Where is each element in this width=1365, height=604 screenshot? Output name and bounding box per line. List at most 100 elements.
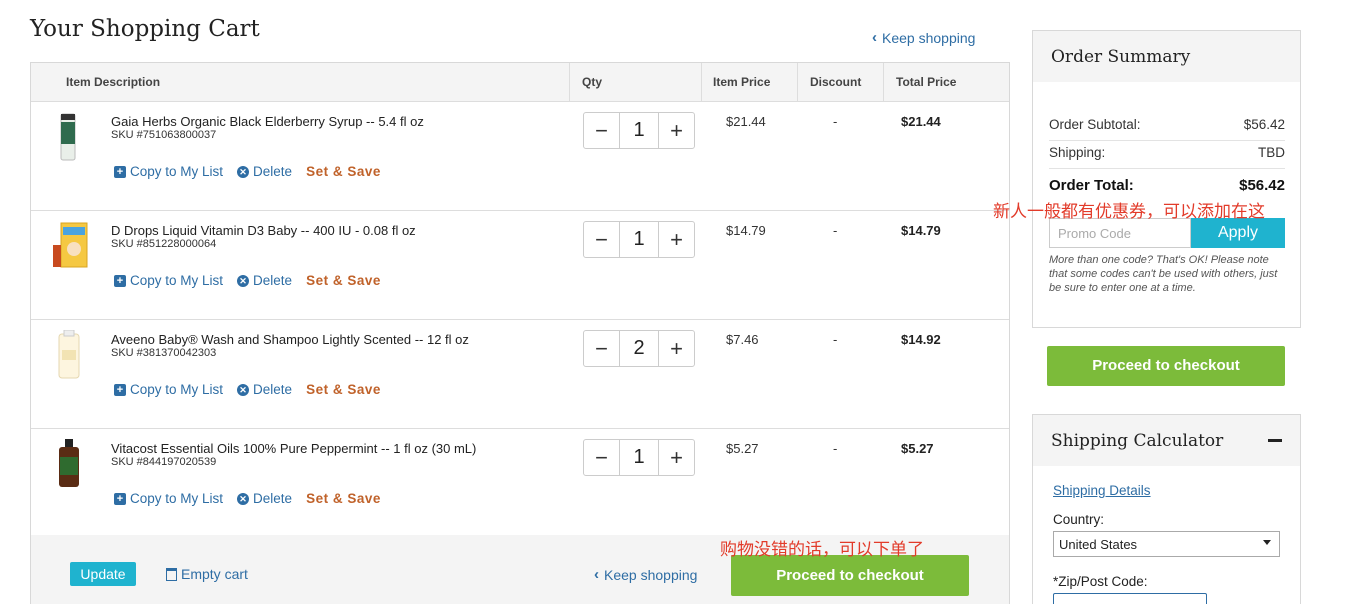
item-total: $14.92 xyxy=(901,332,941,347)
cart-table: Item Description Qty Item Price Discount… xyxy=(30,62,1010,604)
keep-shopping-link-bottom[interactable]: ‹ Keep shopping xyxy=(594,566,697,583)
item-discount: - xyxy=(833,223,838,238)
item-price: $14.79 xyxy=(726,223,766,238)
delete-button[interactable]: ✕ Delete xyxy=(237,382,292,397)
increase-qty-button[interactable]: + xyxy=(659,222,694,257)
set-and-save-link[interactable]: Set & Save xyxy=(306,382,381,397)
item-total: $5.27 xyxy=(901,441,934,456)
subtotal-line: Order Subtotal: $56.42 xyxy=(1049,117,1285,141)
shipping-calculator-panel: Shipping Calculator Shipping Details Cou… xyxy=(1032,414,1301,604)
order-total-line: Order Total: $56.42 xyxy=(1049,177,1285,194)
copy-to-list-label: Copy to My List xyxy=(130,491,224,506)
delete-label: Delete xyxy=(253,491,293,506)
delete-label: Delete xyxy=(253,164,293,179)
item-discount: - xyxy=(833,332,838,347)
plus-icon: + xyxy=(114,165,126,178)
product-name[interactable]: Gaia Herbs Organic Black Elderberry Syru… xyxy=(111,114,424,129)
product-name[interactable]: Vitacost Essential Oils 100% Pure Pepper… xyxy=(111,441,476,456)
promo-code-input[interactable]: Promo Code xyxy=(1049,218,1191,248)
increase-qty-button[interactable]: + xyxy=(659,440,694,475)
zip-label: *Zip/Post Code: xyxy=(1053,574,1148,589)
remove-icon: ✕ xyxy=(237,165,250,178)
delete-button[interactable]: ✕ Delete xyxy=(237,164,292,179)
plus-icon: + xyxy=(114,492,126,505)
decrease-qty-button[interactable]: − xyxy=(584,331,619,366)
copy-to-list-button[interactable]: + Copy to My List xyxy=(114,382,223,397)
column-total-price: Total Price xyxy=(896,75,957,89)
copy-to-list-button[interactable]: + Copy to My List xyxy=(114,273,223,288)
set-and-save-link[interactable]: Set & Save xyxy=(306,273,381,288)
country-select[interactable]: United States xyxy=(1053,531,1280,557)
proceed-to-checkout-button[interactable]: Proceed to checkout xyxy=(731,555,969,596)
copy-to-list-label: Copy to My List xyxy=(130,273,224,288)
empty-cart-link[interactable]: Empty cart xyxy=(166,566,248,582)
product-sku: SKU #381370042303 xyxy=(111,347,217,359)
subtotal-value: $56.42 xyxy=(1243,117,1285,132)
shipping-calculator-title: Shipping Calculator xyxy=(1051,431,1224,451)
product-thumbnail[interactable] xyxy=(55,330,83,380)
remove-icon: ✕ xyxy=(237,274,250,287)
delete-label: Delete xyxy=(253,273,293,288)
promo-help-text: More than one code? That's OK! Please no… xyxy=(1049,254,1278,294)
copy-to-list-button[interactable]: + Copy to My List xyxy=(114,491,223,506)
subtotal-label: Order Subtotal: xyxy=(1049,117,1141,132)
decrease-qty-button[interactable]: − xyxy=(584,222,619,257)
shipping-details-link[interactable]: Shipping Details xyxy=(1053,483,1151,498)
keep-shopping-link-top[interactable]: ‹ Keep shopping xyxy=(872,29,975,46)
plus-icon: + xyxy=(114,383,126,396)
update-button[interactable]: Update xyxy=(70,562,136,586)
product-sku: SKU #751063800037 xyxy=(111,129,217,141)
product-name[interactable]: D Drops Liquid Vitamin D3 Baby -- 400 IU… xyxy=(111,223,416,238)
plus-icon: + xyxy=(114,274,126,287)
column-item-price: Item Price xyxy=(713,75,771,89)
delete-button[interactable]: ✕ Delete xyxy=(237,491,292,506)
quantity-value[interactable]: 1 xyxy=(619,113,659,148)
product-thumbnail[interactable] xyxy=(55,439,83,489)
apply-button[interactable]: Apply xyxy=(1191,218,1285,248)
product-sku: SKU #844197020539 xyxy=(111,456,217,468)
quantity-value[interactable]: 1 xyxy=(619,222,659,257)
quantity-stepper: − 1 + xyxy=(583,112,695,149)
product-thumbnail[interactable] xyxy=(55,112,83,162)
dropdown-arrow-icon xyxy=(1263,540,1271,545)
product-name[interactable]: Aveeno Baby® Wash and Shampoo Lightly Sc… xyxy=(111,332,469,347)
cart-row: Vitacost Essential Oils 100% Pure Pepper… xyxy=(31,429,1009,538)
country-selected-value: United States xyxy=(1059,537,1138,552)
decrease-qty-button[interactable]: − xyxy=(584,113,619,148)
product-thumbnail[interactable] xyxy=(51,221,91,271)
cart-row: Aveeno Baby® Wash and Shampoo Lightly Sc… xyxy=(31,320,1009,429)
order-summary-panel: Order Summary Order Subtotal: $56.42 Shi… xyxy=(1032,30,1301,328)
trash-icon xyxy=(166,567,177,581)
decrease-qty-button[interactable]: − xyxy=(584,440,619,475)
item-price: $5.27 xyxy=(726,441,759,456)
promo-code-form: Promo Code Apply xyxy=(1049,218,1285,248)
country-label: Country: xyxy=(1053,512,1105,527)
keep-shopping-label: Keep shopping xyxy=(604,566,698,583)
proceed-to-checkout-button[interactable]: Proceed to checkout xyxy=(1047,346,1285,386)
chevron-left-icon: ‹ xyxy=(594,566,599,583)
item-discount: - xyxy=(833,114,838,129)
cart-row: D Drops Liquid Vitamin D3 Baby -- 400 IU… xyxy=(31,211,1009,320)
collapse-icon[interactable] xyxy=(1268,439,1282,442)
shipping-calculator-header: Shipping Calculator xyxy=(1033,415,1300,466)
column-qty: Qty xyxy=(582,75,603,89)
increase-qty-button[interactable]: + xyxy=(659,113,694,148)
increase-qty-button[interactable]: + xyxy=(659,331,694,366)
copy-to-list-label: Copy to My List xyxy=(130,382,224,397)
chevron-left-icon: ‹ xyxy=(872,29,877,46)
remove-icon: ✕ xyxy=(237,383,250,396)
promo-annotation: 新人一般都有优惠券，可以添加在这 xyxy=(993,202,1265,221)
item-price: $21.44 xyxy=(726,114,766,129)
copy-to-list-button[interactable]: + Copy to My List xyxy=(114,164,223,179)
product-sku: SKU #851228000064 xyxy=(111,238,217,250)
cart-row: Gaia Herbs Organic Black Elderberry Syru… xyxy=(31,102,1009,211)
item-total: $14.79 xyxy=(901,223,941,238)
quantity-value[interactable]: 1 xyxy=(619,440,659,475)
item-discount: - xyxy=(833,441,838,456)
zip-input[interactable] xyxy=(1053,593,1207,604)
delete-button[interactable]: ✕ Delete xyxy=(237,273,292,288)
set-and-save-link[interactable]: Set & Save xyxy=(306,164,381,179)
set-and-save-link[interactable]: Set & Save xyxy=(306,491,381,506)
column-item-description: Item Description xyxy=(66,75,161,89)
quantity-value[interactable]: 2 xyxy=(619,331,659,366)
